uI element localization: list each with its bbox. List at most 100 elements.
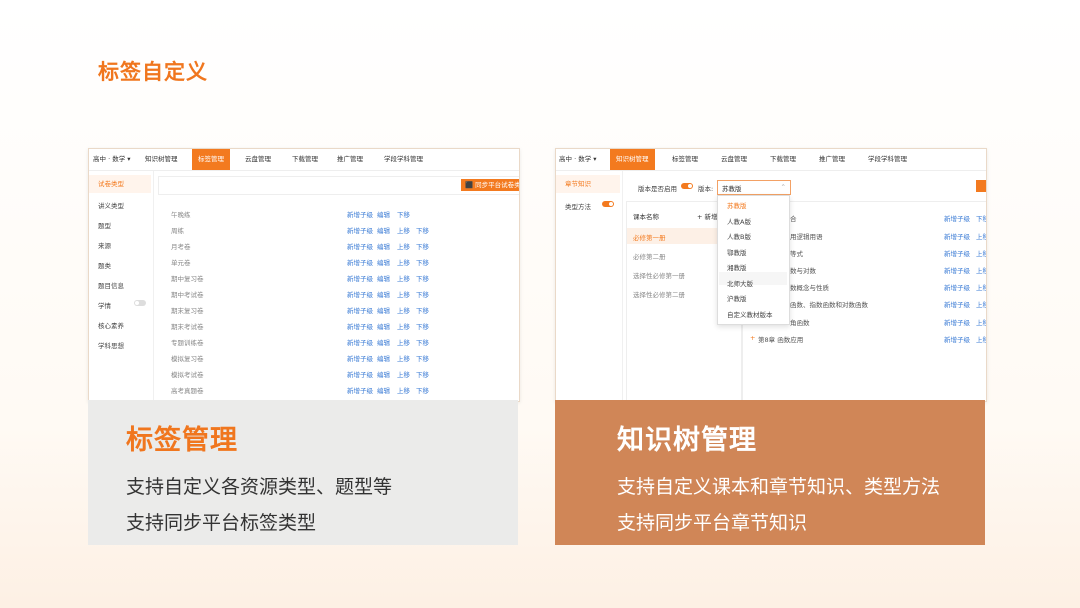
add-child-link[interactable]: 新增子级 (944, 299, 970, 309)
chapter-item[interactable]: 合 (790, 213, 797, 223)
type-method-toggle[interactable] (602, 201, 614, 207)
version-option[interactable]: 人教A版 (727, 216, 751, 226)
grade-selector[interactable]: 高中 · 数学 ▾ (93, 149, 131, 170)
sidebar-item-subject-thinking[interactable]: 学科思想 (98, 340, 124, 350)
move-up-link[interactable]: 上移 (976, 248, 986, 258)
textbook-item[interactable]: 必修第一册 (633, 232, 666, 242)
nav-promotion[interactable]: 推广管理 (819, 149, 845, 170)
move-up-link[interactable]: 上移 (976, 334, 986, 344)
add-child-link[interactable]: 新增子级 (347, 369, 373, 379)
move-up-link[interactable]: 上移 (397, 305, 410, 315)
move-down-link[interactable]: 下移 (416, 305, 429, 315)
chapter-item[interactable]: 数与对数 (790, 265, 816, 275)
sidebar-item-learning[interactable]: 学情 (98, 300, 111, 310)
move-down-link[interactable]: 下移 (416, 385, 429, 395)
sidebar-item-question-type[interactable]: 题型 (98, 220, 111, 230)
sidebar-item-handout-type[interactable]: 讲义类型 (98, 200, 124, 210)
version-option[interactable]: 苏教版 (727, 200, 747, 210)
nav-promotion[interactable]: 推广管理 (337, 149, 363, 170)
move-down-link[interactable]: 下移 (416, 369, 429, 379)
textbook-item[interactable]: 选择性必修第一册 (633, 270, 685, 280)
chapter-item[interactable]: 第8章 函数应用 (758, 334, 803, 344)
add-child-link[interactable]: 新增子级 (347, 353, 373, 363)
edit-link[interactable]: 编辑 (377, 321, 390, 331)
edit-link[interactable]: 编辑 (377, 209, 390, 219)
move-down-link[interactable]: 下移 (416, 321, 429, 331)
nav-download[interactable]: 下载管理 (292, 149, 318, 170)
add-child-link[interactable]: 新增子级 (347, 337, 373, 347)
move-down-link[interactable]: 下移 (416, 257, 429, 267)
chapter-item[interactable]: 角函数 (790, 317, 810, 327)
add-child-link[interactable]: 新增子级 (944, 282, 970, 292)
move-down-link[interactable]: 下移 (416, 353, 429, 363)
move-up-link[interactable]: 上移 (976, 317, 986, 327)
version-option[interactable]: 鄂教版 (727, 247, 747, 257)
nav-tag-management[interactable]: 标签管理 (672, 149, 698, 170)
learning-toggle[interactable] (134, 300, 146, 306)
edit-link[interactable]: 编辑 (377, 353, 390, 363)
nav-download[interactable]: 下载管理 (770, 149, 796, 170)
grade-selector[interactable]: 高中 · 数学 ▾ (559, 149, 597, 170)
nav-knowledge-tree[interactable]: 知识树管理 (610, 149, 655, 170)
add-textbook-button[interactable]: + 新增 (697, 211, 718, 221)
move-down-link[interactable]: 下移 (416, 241, 429, 251)
edit-link[interactable]: 编辑 (377, 337, 390, 347)
move-down-link[interactable]: 下移 (416, 337, 429, 347)
move-up-link[interactable]: 上移 (397, 337, 410, 347)
edit-link[interactable]: 编辑 (377, 241, 390, 251)
move-down-link[interactable]: 下移 (416, 225, 429, 235)
edit-link[interactable]: 编辑 (377, 385, 390, 395)
version-option[interactable]: 沪教版 (727, 293, 747, 303)
add-child-link[interactable]: 新增子级 (347, 257, 373, 267)
edit-link[interactable]: 编辑 (377, 225, 390, 235)
edit-link[interactable]: 编辑 (377, 273, 390, 283)
add-child-link[interactable]: 新增子级 (347, 321, 373, 331)
textbook-item[interactable]: 必修第二册 (633, 251, 666, 261)
add-child-link[interactable]: 新增子级 (944, 248, 970, 258)
sidebar-item-chapter-knowledge[interactable]: 章节知识 (556, 175, 620, 193)
nav-cloud-disk[interactable]: 云盘管理 (721, 149, 747, 170)
move-up-link[interactable]: 上移 (397, 385, 410, 395)
add-child-link[interactable]: 新增子级 (347, 209, 373, 219)
add-child-link[interactable]: 新增子级 (347, 289, 373, 299)
nav-stage-subject[interactable]: 学段学科管理 (384, 149, 423, 170)
move-up-link[interactable]: 上移 (397, 273, 410, 283)
move-up-link[interactable]: 上移 (397, 257, 410, 267)
chapter-item[interactable]: 用逻辑用语 (790, 231, 823, 241)
sidebar-item-question-class[interactable]: 题类 (98, 260, 111, 270)
add-child-link[interactable]: 新增子级 (944, 231, 970, 241)
move-up-link[interactable]: 上移 (397, 321, 410, 331)
add-child-link[interactable]: 新增子级 (347, 305, 373, 315)
sidebar-item-source[interactable]: 来源 (98, 240, 111, 250)
version-select[interactable]: 苏教版 ⌃ (717, 180, 791, 195)
add-child-link[interactable]: 新增子级 (944, 334, 970, 344)
move-up-link[interactable]: 上移 (397, 241, 410, 251)
move-up-link[interactable]: 上移 (397, 225, 410, 235)
move-up-link[interactable]: 上移 (976, 231, 986, 241)
move-down-link[interactable]: 下移 (976, 213, 986, 223)
textbook-item[interactable]: 选择性必修第二册 (633, 289, 685, 299)
nav-stage-subject[interactable]: 学段学科管理 (868, 149, 907, 170)
add-child-link[interactable]: 新增子级 (944, 317, 970, 327)
add-child-link[interactable]: 新增子级 (347, 273, 373, 283)
move-down-link[interactable]: 下移 (416, 289, 429, 299)
move-up-link[interactable]: 上移 (397, 289, 410, 299)
sidebar-item-core-literacy[interactable]: 核心素养 (98, 320, 124, 330)
expand-plus-icon[interactable]: + (750, 334, 755, 342)
move-up-link[interactable]: 上移 (976, 282, 986, 292)
edit-link[interactable]: 编辑 (377, 289, 390, 299)
add-child-link[interactable]: 新增子级 (944, 213, 970, 223)
version-enable-toggle[interactable] (681, 183, 693, 189)
move-up-link[interactable]: 上移 (397, 353, 410, 363)
version-option[interactable]: 湘教版 (727, 262, 747, 272)
nav-knowledge-tree[interactable]: 知识树管理 (145, 149, 178, 170)
move-down-link[interactable]: 下移 (397, 209, 410, 219)
move-up-link[interactable]: 上移 (976, 265, 986, 275)
edit-link[interactable]: 编辑 (377, 257, 390, 267)
move-up-link[interactable]: 上移 (397, 369, 410, 379)
chapter-item[interactable]: 等式 (790, 248, 803, 258)
sync-platform-button[interactable]: ⬛ 同步平台试卷类 (461, 179, 519, 191)
version-option[interactable]: 北师大版 (727, 278, 753, 288)
add-child-link[interactable]: 新增子级 (347, 225, 373, 235)
add-child-link[interactable]: 新增子级 (944, 265, 970, 275)
